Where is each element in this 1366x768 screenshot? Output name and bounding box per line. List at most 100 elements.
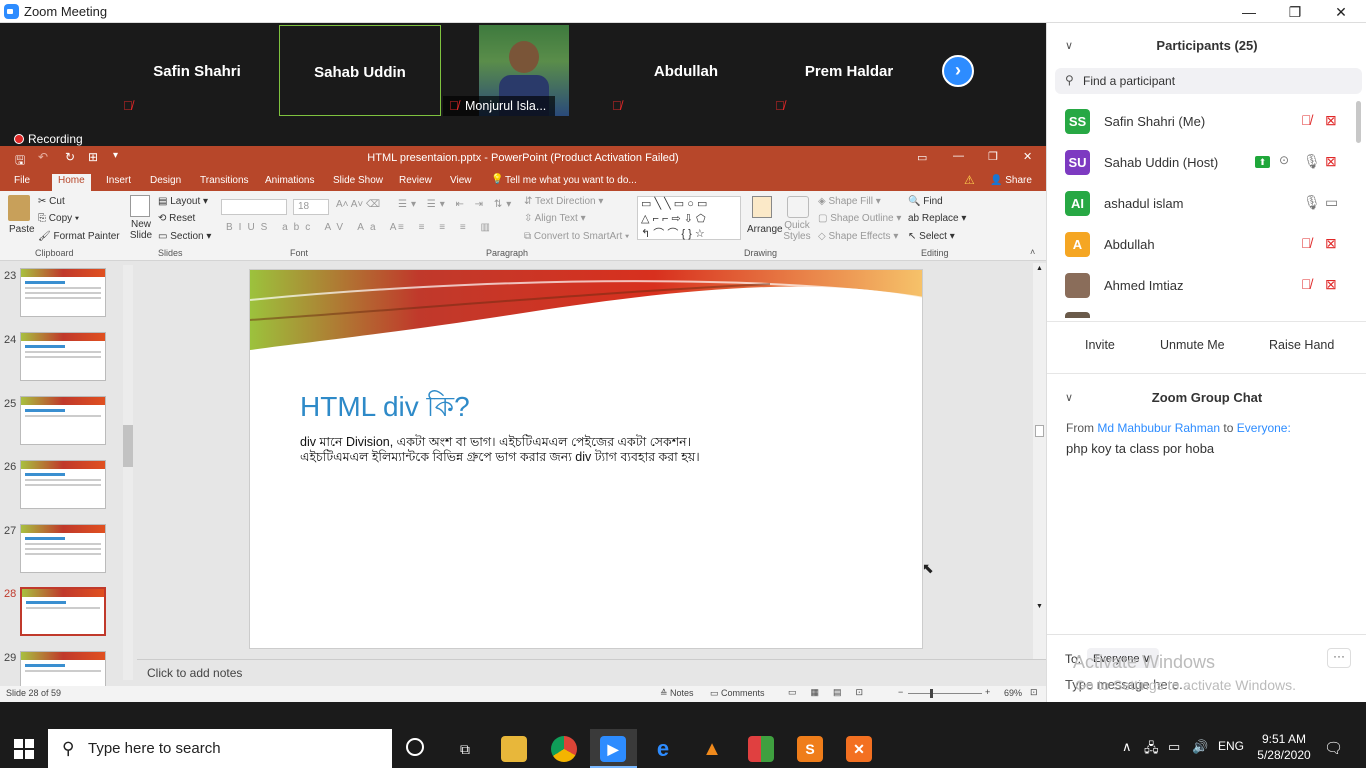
video-tile[interactable]: Abdullah 🎙̸	[606, 25, 766, 116]
convert-smartart-button[interactable]: ⧉ Convert to SmartArt ▾	[524, 231, 629, 242]
find-button[interactable]: 🔍 Find	[908, 196, 943, 207]
new-slide-button[interactable]: New Slide	[128, 219, 154, 241]
fit-slide-icon[interactable]: ⊡	[1030, 687, 1038, 698]
close-button[interactable]: ✕	[1318, 2, 1364, 22]
slide-scrollbar[interactable]: ▲ ▼	[1033, 263, 1046, 659]
zoom-slider[interactable]	[908, 693, 982, 694]
tab-review[interactable]: Review	[393, 174, 438, 191]
slide-thumbnail[interactable]	[20, 460, 106, 509]
participant-row[interactable]: AI ashadul islam 🎙 ▭	[1047, 183, 1357, 224]
tell-me-input[interactable]: Tell me what you want to do...	[505, 175, 637, 186]
participant-search[interactable]: ⚲ Find a participant	[1055, 68, 1362, 94]
video-tile[interactable]: Safin Shahri 🎙̸	[117, 25, 277, 116]
paste-icon[interactable]	[8, 195, 30, 221]
video-off-icon[interactable]: ⊠	[1325, 153, 1337, 170]
participant-row[interactable]: Ahmed Imtiaz 🎙̸ ⊠	[1047, 265, 1357, 306]
slide-thumbnail[interactable]	[20, 268, 106, 317]
taskbar-search[interactable]: ⚲ Type here to search	[48, 729, 392, 768]
notes-toggle[interactable]: ≙ Notes	[660, 688, 694, 699]
chat-sender[interactable]: Md Mahbubur Rahman	[1097, 421, 1220, 435]
tab-file[interactable]: File	[8, 174, 36, 191]
zoom-level[interactable]: 69%	[1004, 688, 1022, 698]
participant-row[interactable]: SS Safin Shahri (Me) 🎙̸ ⊠	[1047, 101, 1357, 142]
font-size-input[interactable]: 18	[293, 199, 329, 215]
mic-icon[interactable]: 🎙	[1303, 194, 1321, 211]
tab-animations[interactable]: Animations	[259, 174, 320, 191]
align-buttons[interactable]: ≡ ≡ ≡ ≡ ▥	[398, 222, 496, 233]
replace-button[interactable]: ab Replace ▾	[908, 213, 966, 224]
participant-row[interactable]: SU Sahab Uddin (Host) ⬆ ⊙ 🎙 ⊠	[1047, 142, 1357, 183]
quick-styles-icon[interactable]	[787, 196, 809, 218]
arrange-button[interactable]: Arrange	[747, 224, 783, 235]
video-icon[interactable]: ▭	[1325, 194, 1338, 211]
font-format-buttons[interactable]: BIUS abc AV Aa A	[226, 222, 402, 233]
tab-design[interactable]: Design	[144, 174, 187, 191]
muted-mic-icon[interactable]: 🎙̸	[1301, 276, 1312, 292]
video-tile[interactable]: 🎙̸ Monjurul Isla...	[443, 25, 603, 116]
raise-hand-button[interactable]: Raise Hand	[1269, 338, 1334, 352]
slide-thumbnail[interactable]	[20, 396, 106, 445]
xampp-icon[interactable]: ✕	[846, 736, 872, 762]
paste-button[interactable]: Paste	[9, 224, 35, 235]
font-size-buttons[interactable]: A˄ A˅ ⌫	[336, 199, 380, 210]
slide-thumbnail-selected[interactable]	[20, 587, 106, 636]
participants-scrollbar[interactable]	[1356, 101, 1361, 143]
font-name-input[interactable]	[221, 199, 287, 215]
slide-canvas[interactable]: HTML div কি? div মানে Division, একটা অংশ…	[249, 269, 923, 649]
shape-fill-button[interactable]: ◈ Shape Fill ▾	[818, 196, 881, 207]
next-page-icon[interactable]: ›	[942, 55, 974, 87]
invite-button[interactable]: Invite	[1085, 338, 1115, 352]
restore-button[interactable]: ❐	[1272, 2, 1318, 22]
view-buttons[interactable]: ▭▦▤⊡	[788, 687, 877, 698]
text-direction-button[interactable]: ⇵ Text Direction ▾	[524, 196, 603, 207]
copy-button[interactable]: ⎘ Copy ▾	[38, 213, 79, 224]
cortana-icon[interactable]	[406, 738, 424, 756]
shape-effects-button[interactable]: ◇ Shape Effects ▾	[818, 231, 898, 242]
volume-icon[interactable]: 🔊	[1192, 739, 1208, 755]
battery-icon[interactable]: ▭	[1168, 739, 1180, 755]
ppt-restore-icon[interactable]: ❐	[988, 150, 998, 163]
layout-button[interactable]: ▤ Layout ▾	[158, 196, 208, 207]
video-off-icon[interactable]: ⊠	[1325, 276, 1337, 293]
chrome-icon[interactable]	[551, 736, 577, 762]
file-explorer-icon[interactable]	[501, 736, 527, 762]
tab-view[interactable]: View	[444, 174, 478, 191]
align-text-button[interactable]: ⇳ Align Text ▾	[524, 213, 586, 224]
quick-styles-button[interactable]: Quick Styles	[782, 220, 812, 242]
select-button[interactable]: ↖ Select ▾	[908, 231, 955, 242]
language-indicator[interactable]: ENG	[1218, 739, 1244, 753]
video-tile[interactable]: Prem Haldar 🎙̸	[769, 25, 929, 116]
video-off-icon[interactable]: ⊠	[1325, 112, 1337, 129]
sublime-icon[interactable]: S	[797, 736, 823, 762]
shapes-gallery[interactable]: ▭ ╲ ╲ ▭ ○ ▭ △ ⌐ ⌐ ⇨ ⇩ ⬠ ↰ ⌒ ⌒ { } ☆	[637, 196, 741, 240]
system-clock[interactable]: 9:51 AM 5/28/2020	[1254, 731, 1314, 763]
vlc-icon[interactable]: ▲	[699, 736, 725, 762]
more-options-icon[interactable]: ···	[1327, 648, 1351, 668]
minimize-button[interactable]: —	[1226, 2, 1272, 22]
muted-mic-icon[interactable]: 🎙̸	[1301, 235, 1312, 251]
slide-title[interactable]: HTML div কি?	[300, 385, 470, 432]
unmute-me-button[interactable]: Unmute Me	[1160, 338, 1225, 352]
edge-icon[interactable]: e	[650, 736, 676, 762]
zoom-in-icon[interactable]: +	[985, 687, 990, 697]
task-view-icon[interactable]: ⧉	[452, 736, 478, 762]
share-button[interactable]: 👤 Share	[990, 175, 1032, 186]
collapse-ribbon-icon[interactable]: ˄	[1030, 247, 1035, 257]
shape-outline-button[interactable]: ▢ Shape Outline ▾	[818, 213, 901, 224]
section-button[interactable]: ▭ Section ▾	[158, 231, 211, 242]
slide-body[interactable]: div মানে Division, একটা অংশ বা ভাগ। এইচট…	[300, 435, 900, 465]
comments-toggle[interactable]: ▭ Comments	[710, 688, 765, 699]
windows-start-icon[interactable]	[14, 739, 34, 759]
slide-thumbnail[interactable]	[20, 524, 106, 573]
slide-thumbnail[interactable]	[20, 332, 106, 381]
ppt-close-icon[interactable]: ✕	[1023, 150, 1032, 163]
reset-button[interactable]: ⟲ Reset	[158, 213, 195, 224]
video-tile-active[interactable]: Sahab Uddin	[279, 25, 441, 116]
tab-transitions[interactable]: Transitions	[194, 174, 255, 191]
zoom-out-icon[interactable]: −	[898, 687, 903, 697]
tab-slide-show[interactable]: Slide Show	[327, 174, 389, 191]
tab-home[interactable]: Home	[52, 174, 91, 191]
notes-pane[interactable]: Click to add notes	[137, 659, 1046, 685]
new-slide-icon[interactable]	[130, 195, 150, 217]
format-painter-button[interactable]: 🖌 Format Painter	[38, 231, 120, 242]
